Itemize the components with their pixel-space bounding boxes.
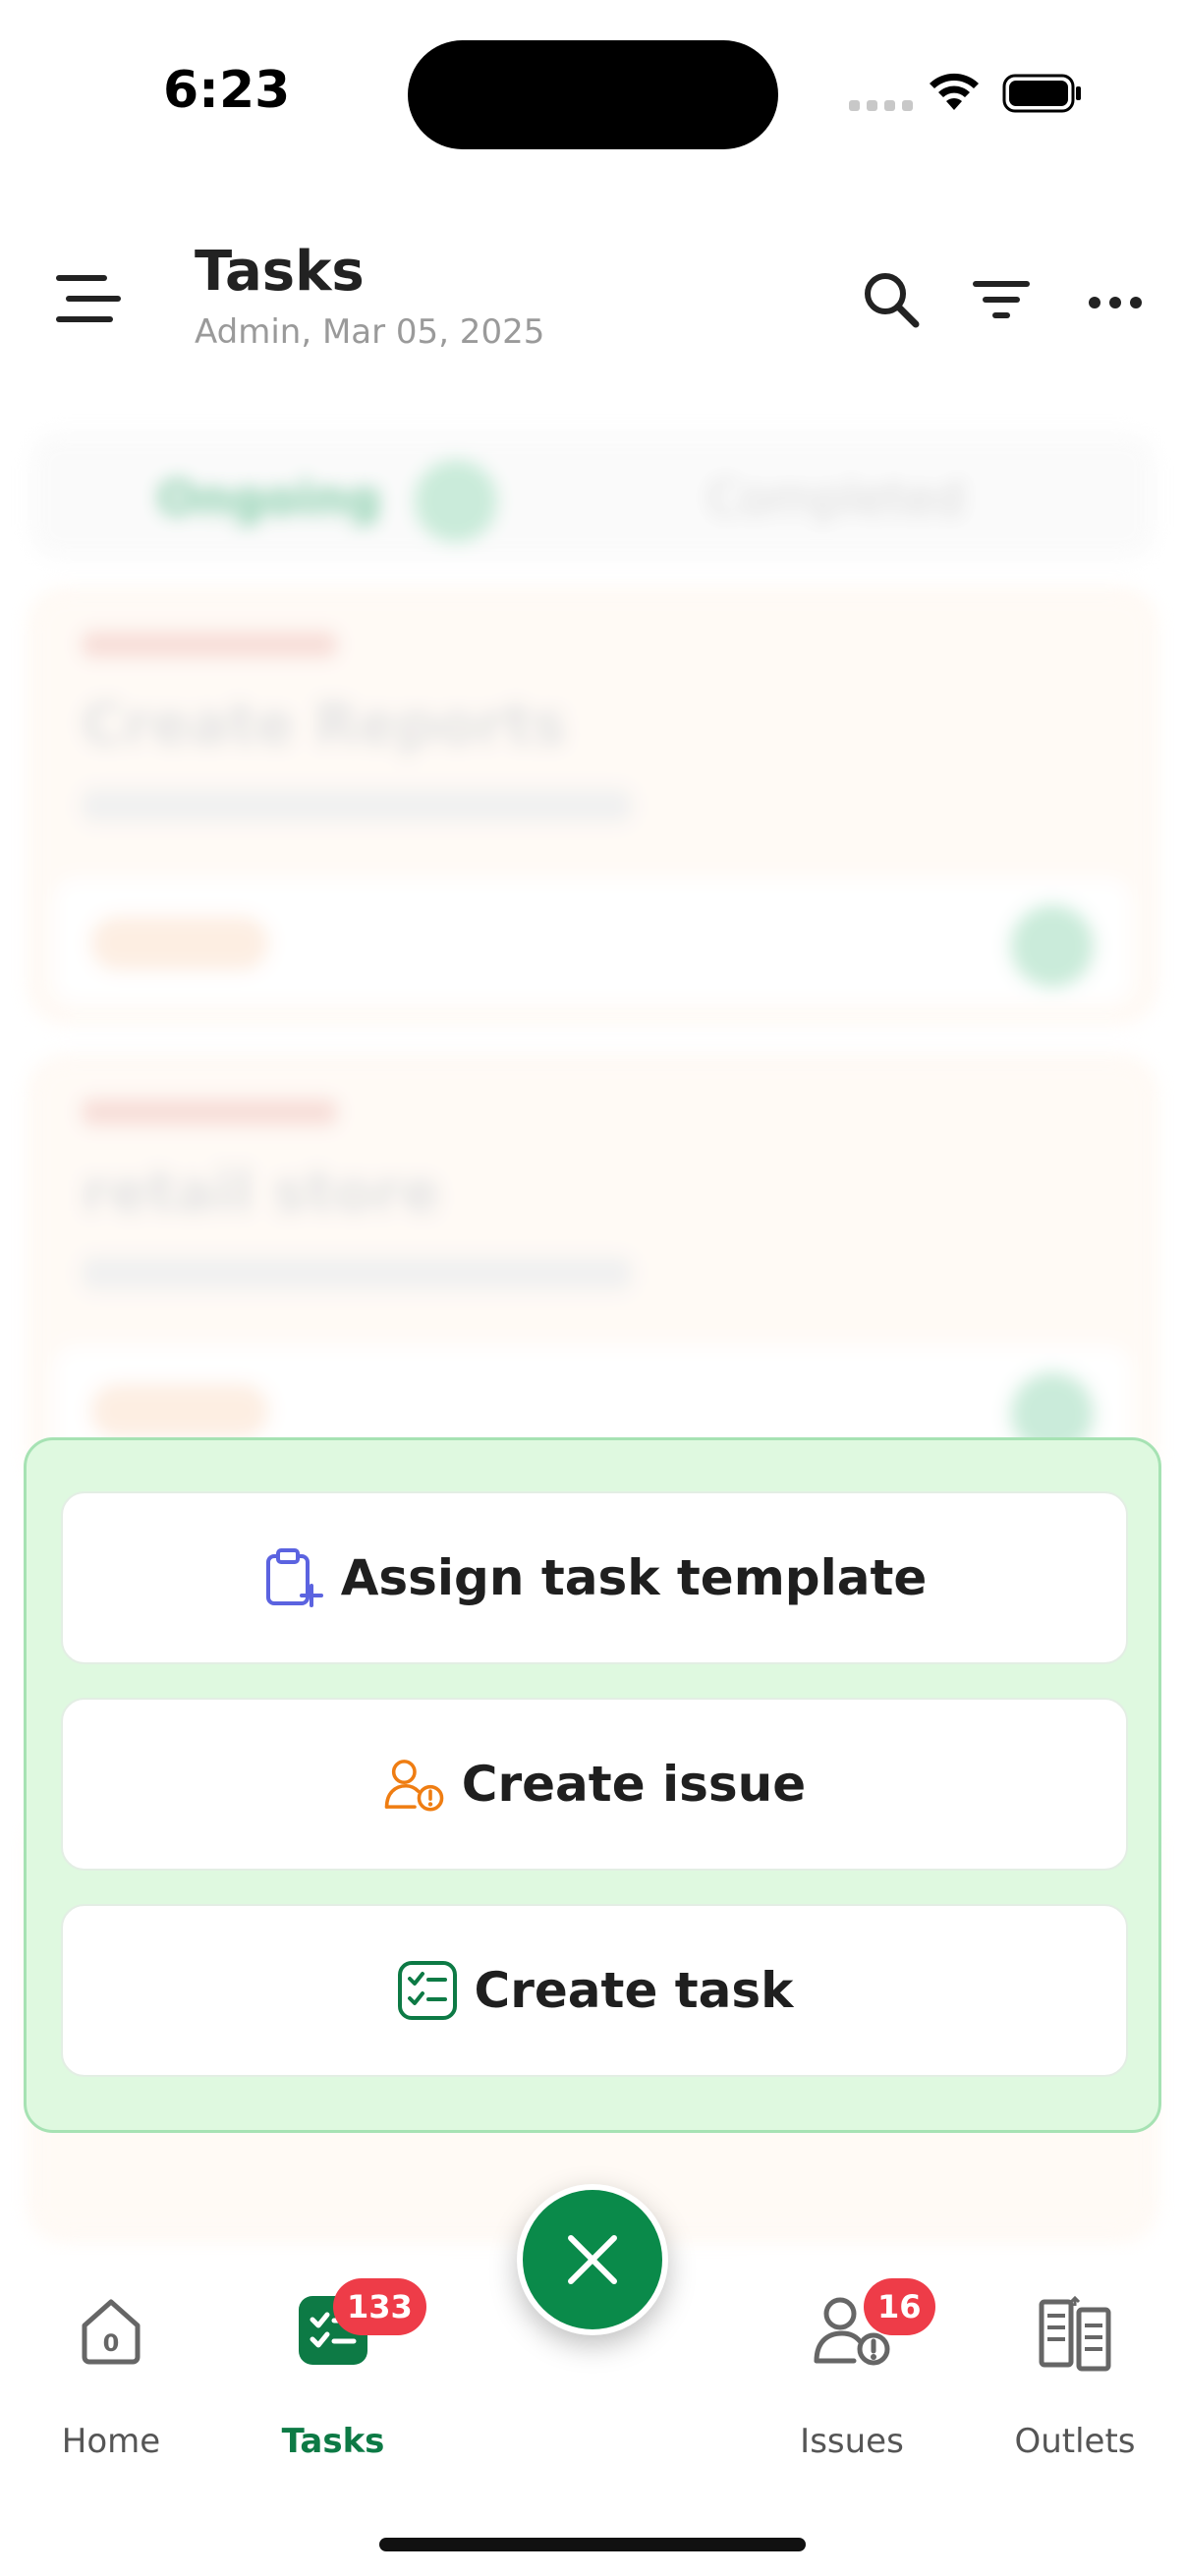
tasks-count-badge: 133	[333, 2278, 426, 2335]
cellular-signal-icon	[849, 100, 913, 111]
home-indicator[interactable]	[379, 2538, 806, 2551]
task-card: retail store	[29, 1057, 1156, 1489]
checklist-icon	[397, 1961, 457, 2020]
home-icon: 0	[82, 2299, 141, 2365]
tab-ongoing: Ongoing	[157, 472, 381, 527]
nav-home-label: Home	[61, 2422, 161, 2461]
nav-outlets[interactable]: Outlets	[987, 2294, 1163, 2461]
wifi-icon	[930, 73, 979, 110]
issues-count-badge: 16	[864, 2278, 935, 2335]
tab-completed: Completed	[707, 472, 965, 527]
menu-icon[interactable]	[54, 269, 123, 328]
task-card: Create Reports	[29, 589, 1156, 1022]
status-time: 6:23	[163, 61, 291, 120]
task-card-title: Create Reports	[82, 691, 567, 757]
nav-issues[interactable]: Issues 16	[763, 2278, 940, 2461]
page-subtitle: Admin, Mar 05, 2025	[195, 312, 545, 352]
assign-task-template-label: Assign task template	[340, 1549, 928, 1606]
create-task-label: Create task	[474, 1962, 794, 2019]
outlets-icon	[1039, 2295, 1111, 2372]
more-icon[interactable]	[1081, 265, 1150, 334]
nav-issues-label: Issues	[800, 2422, 904, 2461]
search-icon[interactable]	[857, 265, 926, 334]
nav-tasks-label: Tasks	[281, 2422, 385, 2461]
nav-tasks[interactable]: Tasks 133	[245, 2278, 426, 2461]
app-header: Tasks Admin, Mar 05, 2025	[0, 226, 1185, 403]
filter-icon[interactable]	[967, 265, 1036, 334]
page-title: Tasks	[195, 240, 365, 304]
user-alert-icon	[384, 1760, 444, 1812]
create-issue-label: Create issue	[461, 1756, 807, 1813]
battery-icon	[1002, 74, 1081, 113]
close-icon	[568, 2235, 617, 2284]
clipboard-plus-icon	[265, 1548, 323, 1607]
nav-home[interactable]: 0 Home	[23, 2294, 199, 2461]
home-icon-count: 0	[103, 2329, 120, 2357]
status-bar: 6:23	[0, 0, 1185, 187]
dynamic-island	[408, 40, 778, 149]
create-issue-button[interactable]: Create issue	[61, 1698, 1128, 1871]
assign-task-template-button[interactable]: Assign task template	[61, 1491, 1128, 1664]
task-card-title: retail store	[82, 1158, 440, 1225]
close-actions-fab[interactable]	[517, 2184, 668, 2335]
status-tabs: Ongoing Completed	[29, 432, 1156, 560]
quick-actions-sheet: Assign task template Create issue Create…	[24, 1437, 1161, 2133]
create-task-button[interactable]: Create task	[61, 1904, 1128, 2077]
nav-outlets-label: Outlets	[1014, 2422, 1136, 2461]
tab-count-badge	[415, 460, 497, 542]
